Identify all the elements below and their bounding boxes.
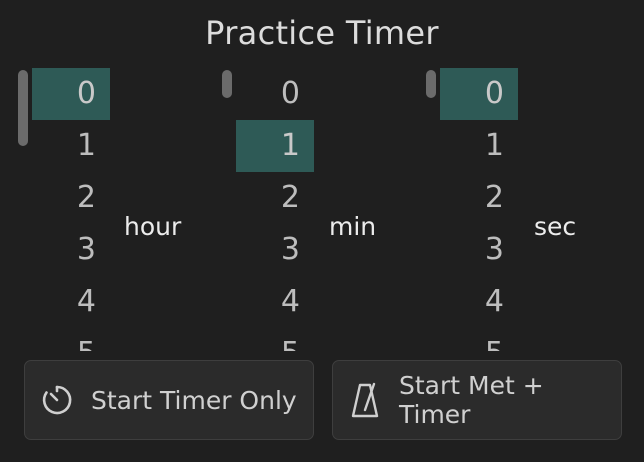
second-option[interactable]: 5 — [440, 328, 518, 351]
hour-label: hour — [124, 212, 182, 241]
minute-option[interactable]: 0 — [236, 68, 314, 120]
minute-picker[interactable]: 0 1 2 3 4 5 — [222, 66, 332, 351]
second-option[interactable]: 0 — [440, 68, 518, 120]
minute-option[interactable]: 3 — [236, 224, 314, 276]
minute-option[interactable]: 5 — [236, 328, 314, 351]
hour-option[interactable]: 1 — [32, 120, 110, 172]
hour-option[interactable]: 0 — [32, 68, 110, 120]
start-met-timer-label: Start Met + Timer — [399, 371, 544, 429]
hour-option[interactable]: 5 — [32, 328, 110, 351]
page-title: Practice Timer — [205, 14, 439, 52]
minute-option[interactable]: 1 — [236, 120, 314, 172]
start-timer-only-label: Start Timer Only — [91, 385, 297, 415]
start-met-timer-button[interactable]: Start Met + Timer — [332, 360, 622, 440]
second-label: sec — [534, 212, 577, 241]
start-timer-only-button[interactable]: Start Timer Only — [24, 360, 314, 440]
second-picker[interactable]: 0 1 2 3 4 5 — [426, 66, 536, 351]
hour-option[interactable]: 2 — [32, 172, 110, 224]
second-option[interactable]: 3 — [440, 224, 518, 276]
hour-option[interactable]: 3 — [32, 224, 110, 276]
second-option[interactable]: 1 — [440, 120, 518, 172]
hour-scrollbar[interactable] — [18, 70, 28, 146]
minute-option[interactable]: 4 — [236, 276, 314, 328]
second-option[interactable]: 2 — [440, 172, 518, 224]
second-scrollbar[interactable] — [426, 70, 436, 98]
timer-icon — [42, 385, 72, 415]
second-option[interactable]: 4 — [440, 276, 518, 328]
hour-picker[interactable]: 0 1 2 3 4 5 — [18, 66, 128, 351]
minute-scrollbar[interactable] — [222, 70, 232, 98]
minute-option[interactable]: 2 — [236, 172, 314, 224]
minute-label: min — [329, 212, 377, 241]
metronome-icon — [351, 382, 379, 418]
hour-option[interactable]: 4 — [32, 276, 110, 328]
